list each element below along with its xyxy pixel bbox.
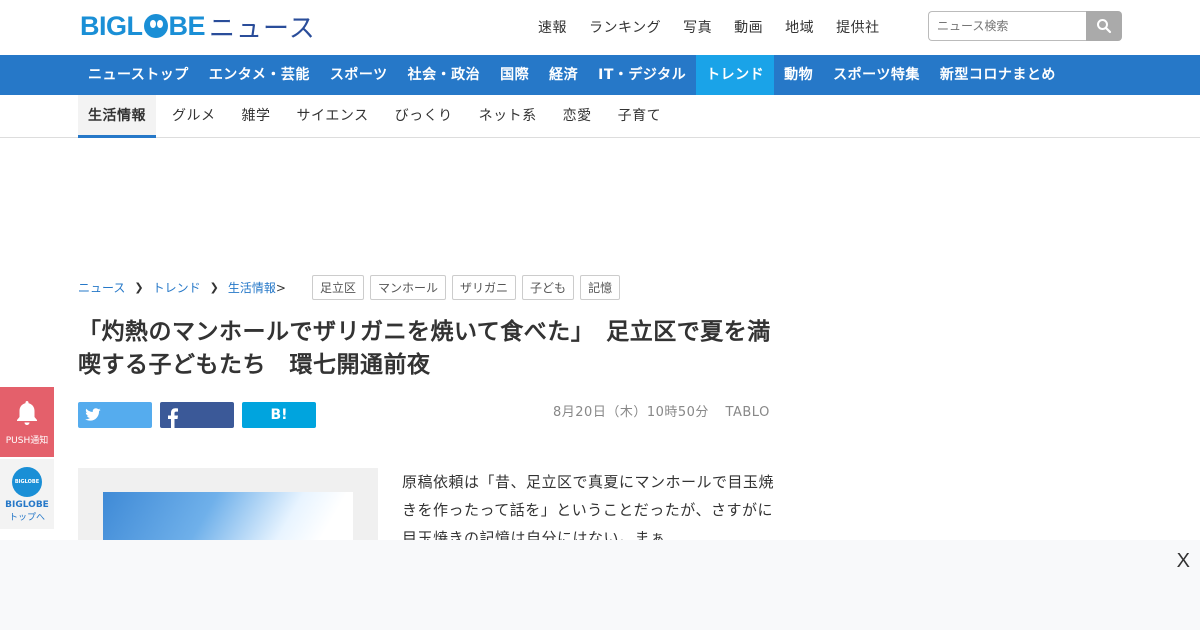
bottom-ad-banner: X bbox=[0, 540, 1200, 630]
sub-nav-item[interactable]: 恋愛 bbox=[553, 95, 602, 138]
main-nav-item[interactable]: 経済 bbox=[539, 55, 588, 95]
main-nav: ニューストップ エンタメ・芸能 スポーツ 社会・政治 国際 経済 IT・デジタル トレンド 動物… bbox=[0, 55, 1200, 95]
main-nav-item[interactable]: 国際 bbox=[490, 55, 539, 95]
breadcrumb-lifestyle[interactable]: 生活情報 bbox=[228, 279, 276, 296]
twitter-share-button[interactable] bbox=[78, 402, 152, 428]
main-nav-item[interactable]: ニューストップ bbox=[78, 55, 199, 95]
hatena-bookmark-button[interactable]: B! bbox=[242, 402, 316, 428]
sub-nav-item[interactable]: サイエンス bbox=[287, 95, 379, 138]
article-title: 「灼熱のマンホールでザリガニを焼いて食べた」 足立区で夏を満喫する子どもたち 環… bbox=[78, 319, 771, 378]
main-nav-item[interactable]: 動物 bbox=[774, 55, 823, 95]
facebook-icon bbox=[168, 408, 178, 428]
sub-nav-item[interactable]: ネット系 bbox=[469, 95, 547, 138]
top-nav: 速報 ランキング 写真 動画 地域 提供社 bbox=[538, 17, 902, 37]
biglobe-top-button[interactable]: BIGLOBE BIGLOBE トップへ bbox=[0, 459, 54, 529]
sub-nav-item[interactable]: 雑学 bbox=[232, 95, 281, 138]
sub-nav: 生活情報 グルメ 雑学 サイエンス びっくり ネット系 恋愛 子育て bbox=[0, 95, 1200, 138]
site-header: BIGL BE ニュース 速報 ランキング 写真 動画 地域 提供社 bbox=[0, 0, 1200, 55]
logo-news-text: ニュース bbox=[209, 13, 316, 44]
breadcrumb: ニュース ❯ トレンド ❯ 生活情報 > bbox=[78, 279, 286, 296]
article-source[interactable]: TABLO bbox=[726, 405, 770, 420]
facebook-share-button[interactable] bbox=[160, 402, 234, 428]
sub-nav-item[interactable]: 生活情報 bbox=[78, 95, 156, 138]
ad-close-button[interactable]: X bbox=[1177, 550, 1190, 573]
biglobe-news-logo[interactable]: BIGL BE ニュース bbox=[80, 10, 316, 44]
main-nav-item[interactable]: トレンド bbox=[696, 55, 775, 95]
breadcrumb-trailing: > bbox=[275, 280, 286, 295]
sub-nav-item[interactable]: びっくり bbox=[385, 95, 463, 138]
top-nav-item[interactable]: 地域 bbox=[785, 17, 814, 37]
article-meta: 8月20日（木）10時50分 TABLO bbox=[553, 401, 782, 420]
chevron-right-icon: ❯ bbox=[134, 281, 144, 294]
breadcrumb-trend[interactable]: トレンド bbox=[153, 279, 201, 296]
search-button[interactable] bbox=[1086, 11, 1122, 41]
search-input[interactable] bbox=[928, 11, 1086, 41]
main-nav-item[interactable]: IT・デジタル bbox=[588, 55, 696, 95]
twitter-bird-icon bbox=[85, 408, 101, 421]
top-nav-item[interactable]: 提供社 bbox=[836, 17, 880, 37]
top-nav-item[interactable]: 写真 bbox=[683, 17, 712, 37]
tag-chip[interactable]: ザリガニ bbox=[452, 275, 517, 300]
article-date: 8月20日（木）10時50分 bbox=[553, 405, 709, 420]
logo-wordmark: BIGL BE bbox=[80, 10, 206, 41]
tag-chip[interactable]: 記憶 bbox=[580, 275, 621, 300]
biglobe-top-sublabel: トップへ bbox=[8, 513, 45, 523]
tag-chip[interactable]: マンホール bbox=[370, 275, 447, 300]
top-nav-item[interactable]: 速報 bbox=[538, 17, 567, 37]
main-nav-item[interactable]: 新型コロナまとめ bbox=[930, 55, 1066, 95]
main-nav-item[interactable]: エンタメ・芸能 bbox=[199, 55, 320, 95]
main-nav-item[interactable]: スポーツ特集 bbox=[823, 55, 930, 95]
tag-chip[interactable]: 子ども bbox=[522, 275, 575, 300]
push-notification-button[interactable]: PUSH通知 bbox=[0, 387, 54, 457]
breadcrumb-news[interactable]: ニュース bbox=[78, 279, 125, 296]
main-nav-item[interactable]: スポーツ bbox=[320, 55, 398, 95]
main-nav-item[interactable]: 社会・政治 bbox=[398, 55, 491, 95]
tag-chip[interactable]: 足立区 bbox=[312, 275, 365, 300]
sub-nav-item[interactable]: 子育て bbox=[608, 95, 672, 138]
search-box bbox=[928, 11, 1122, 41]
biglobe-mascot-icon: BIGLOBE bbox=[12, 467, 42, 497]
tag-list: 足立区 マンホール ザリガニ 子ども 記憶 bbox=[312, 275, 626, 300]
logo-o-mascot-icon bbox=[143, 14, 168, 38]
chevron-right-icon: ❯ bbox=[209, 281, 219, 294]
sub-nav-item[interactable]: グルメ bbox=[162, 95, 226, 138]
biglobe-top-label: BIGLOBE bbox=[5, 500, 49, 510]
share-buttons: B! bbox=[78, 402, 324, 428]
push-label: PUSH通知 bbox=[5, 435, 49, 446]
top-nav-item[interactable]: ランキング bbox=[589, 17, 661, 37]
bell-icon bbox=[17, 400, 37, 425]
search-icon bbox=[1097, 19, 1112, 34]
top-nav-item[interactable]: 動画 bbox=[734, 17, 763, 37]
